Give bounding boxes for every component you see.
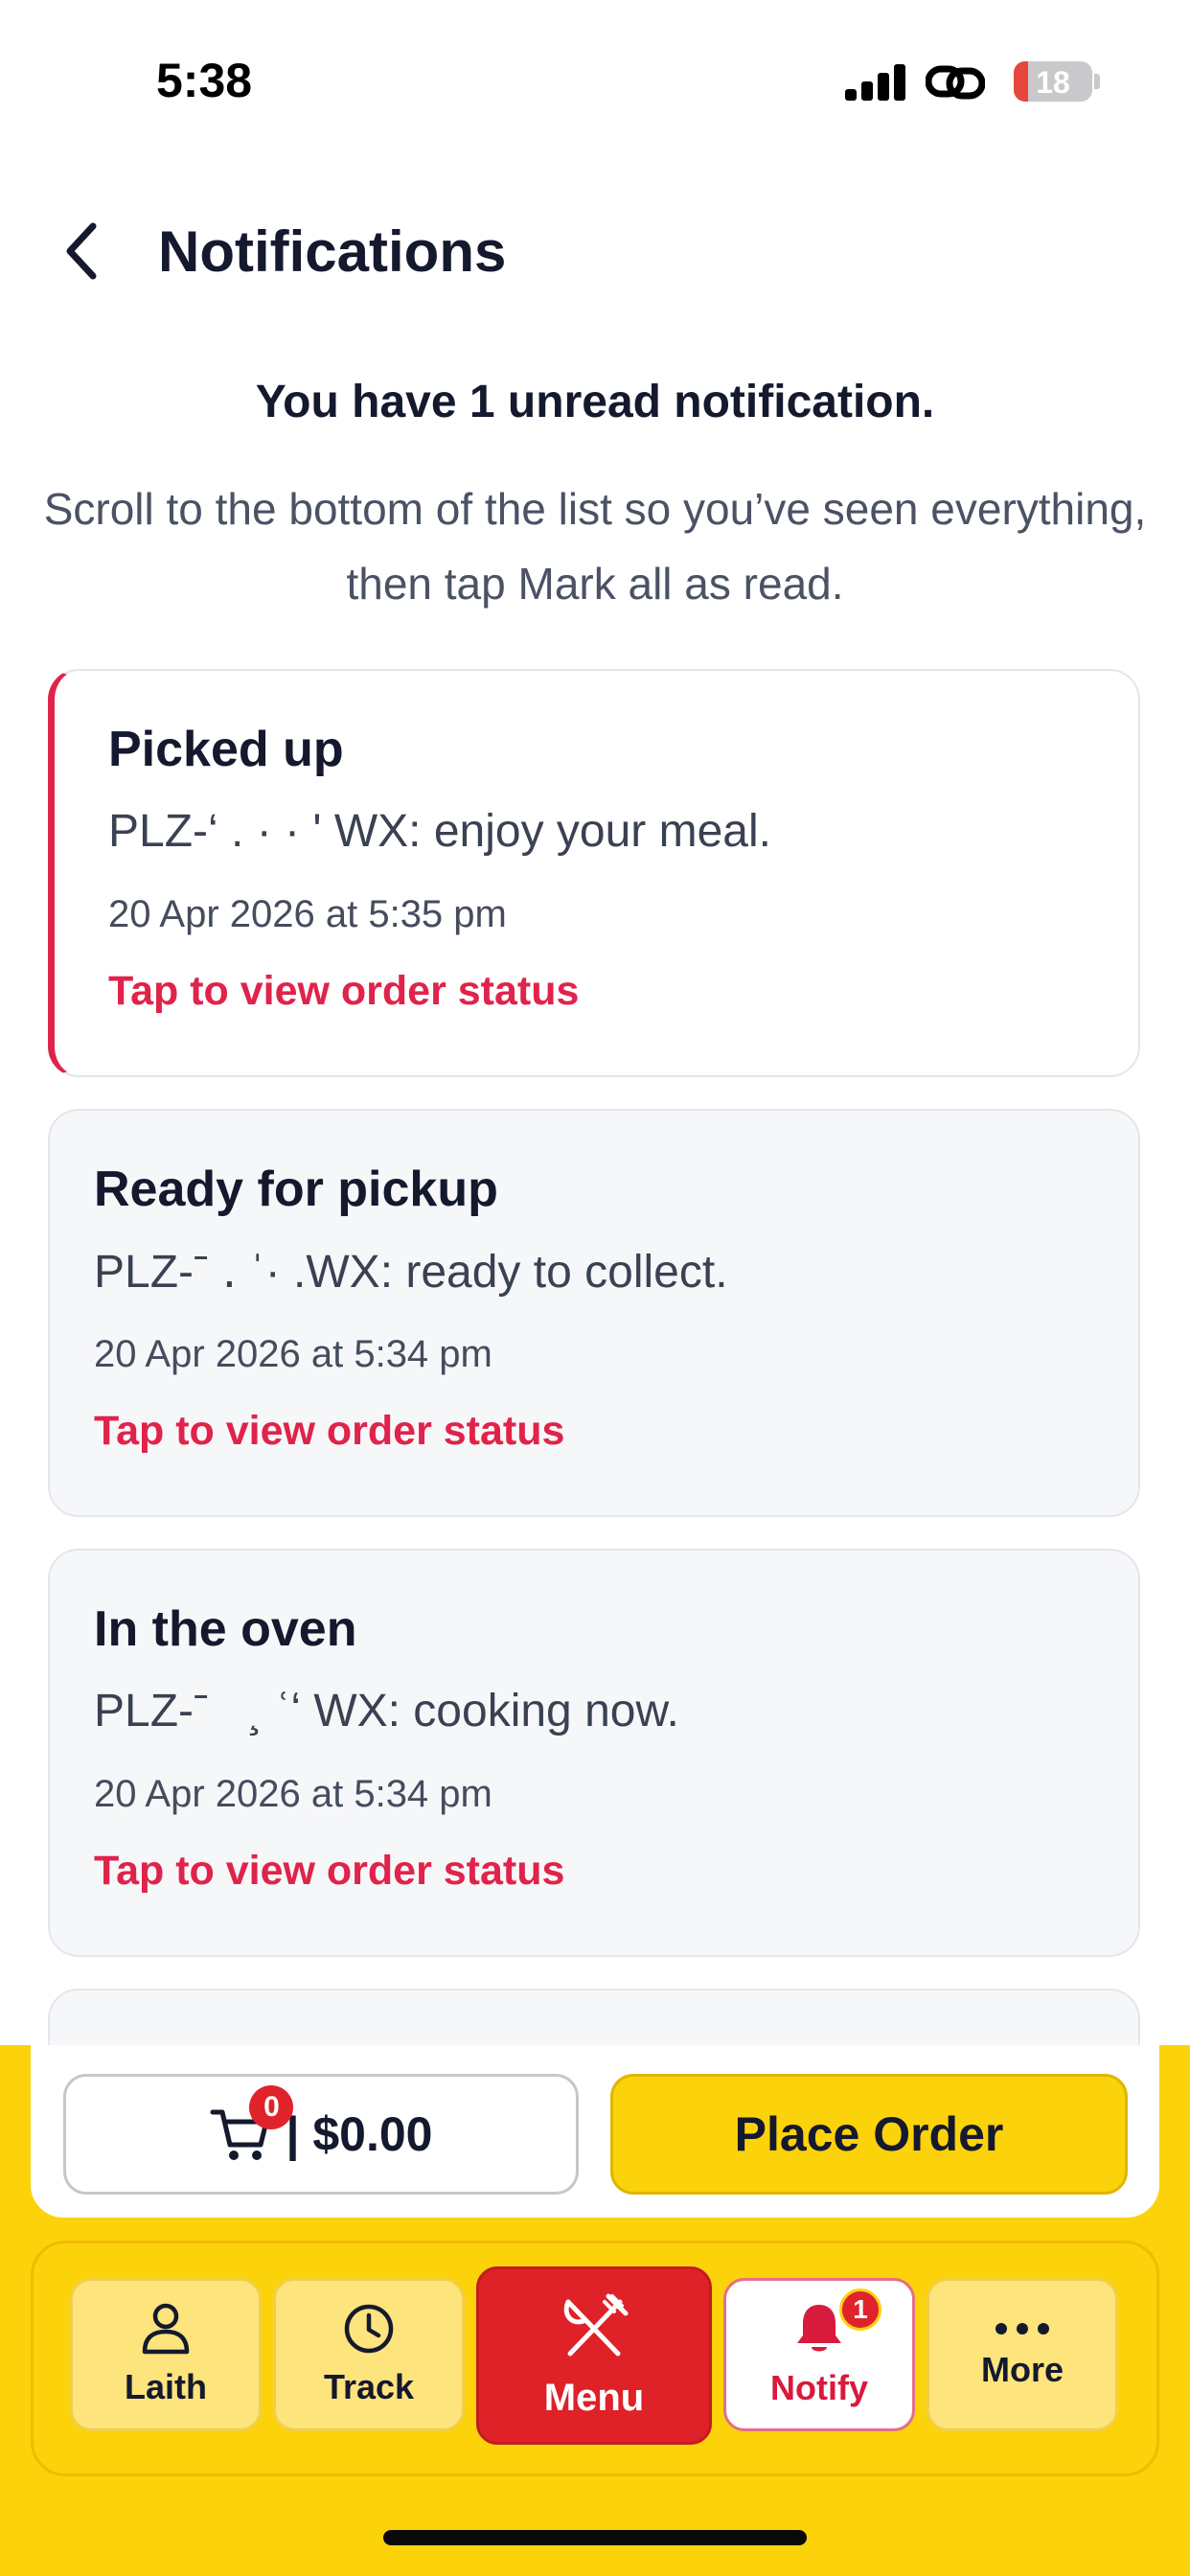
instruction-text: Scroll to the bottom of the list so you’… [43,484,1147,609]
nav-menu-label: Menu [543,2376,645,2419]
back-button[interactable] [48,213,115,289]
battery-icon: 18 [1014,61,1092,102]
home-indicator[interactable] [383,2530,807,2545]
notification-timestamp: 20 Apr 2026 at 5:34 pm [94,1773,492,1815]
view-order-status-link[interactable]: Tap to view order status [94,1408,1138,1458]
chevron-left-icon [66,222,97,280]
cellular-signal-icon [845,64,906,101]
more-dots-icon [995,2323,1049,2334]
battery-percent: 18 [1036,65,1070,100]
order-bar: 0 | $0.00 Place Order [31,2045,1159,2218]
nav-profile-label: Laith [125,2367,207,2406]
notification-card[interactable]: In the oven PLZ-ˉ ¸ ʿʻ WX: cooking now. … [48,1549,1140,1957]
bottom-panel: 0 | $0.00 Place Order Laith Track Menu 1… [0,2045,1190,2576]
nav-notify[interactable]: 1 Notify [723,2278,915,2431]
notifications-screen: 5:38 18 Notifications You have 1 unread … [0,0,1190,2576]
view-order-status-link[interactable]: Tap to view order status [94,1848,1138,1898]
nav-more[interactable]: More [927,2278,1118,2431]
cart-button[interactable]: 0 | $0.00 [63,2074,579,2195]
unread-count-text: You have 1 unread notification. [255,377,935,427]
place-order-button[interactable]: Place Order [610,2074,1128,2195]
status-time: 5:38 [156,54,253,107]
cart-total: | $0.00 [286,2107,433,2161]
nav-menu[interactable]: Menu [476,2266,712,2445]
view-order-status-link[interactable]: Tap to view order status [108,968,1138,1018]
cart-icon-wrapper: 0 [209,2085,294,2166]
bell-icon [797,2305,841,2352]
notification-card[interactable]: Ready for pickup PLZ-ˉ ․ ˈ· .WX: ready t… [48,1109,1140,1517]
nav-notify-label: Notify [770,2368,868,2407]
notification-timestamp: 20 Apr 2026 at 5:35 pm [108,893,507,935]
battery-cap [1094,74,1100,89]
bottom-navigation: Laith Track Menu 1 Notify More [31,2241,1159,2476]
status-bar: 5:38 18 [0,0,1190,144]
notification-title: In the oven [94,1601,357,1657]
notification-message: PLZ-ˉ ¸ ʿʻ WX: cooking now. [94,1686,679,1736]
user-icon [142,2303,190,2355]
notification-card-unread[interactable]: Picked up PLZ-‘ . · · ' WX: enjoy your m… [48,669,1140,1077]
notification-title: Ready for pickup [94,1162,498,1217]
nav-more-label: More [980,2350,1064,2389]
nav-track-label: Track [323,2367,415,2406]
clock-icon [344,2304,394,2354]
fork-knife-icon [563,2293,629,2356]
nav-profile[interactable]: Laith [70,2278,262,2431]
notification-timestamp: 20 Apr 2026 at 5:34 pm [94,1333,492,1375]
personal-hotspot-icon [926,65,985,100]
notification-message: PLZ-ˉ ․ ˈ· .WX: ready to collect. [94,1247,728,1298]
nav-track[interactable]: Track [273,2278,465,2431]
notification-count-badge: 1 [839,2288,881,2331]
notification-title: Picked up [108,722,344,777]
notification-message: PLZ-‘ . · · ' WX: enjoy your meal. [108,806,771,857]
page-title: Notifications [158,219,507,284]
